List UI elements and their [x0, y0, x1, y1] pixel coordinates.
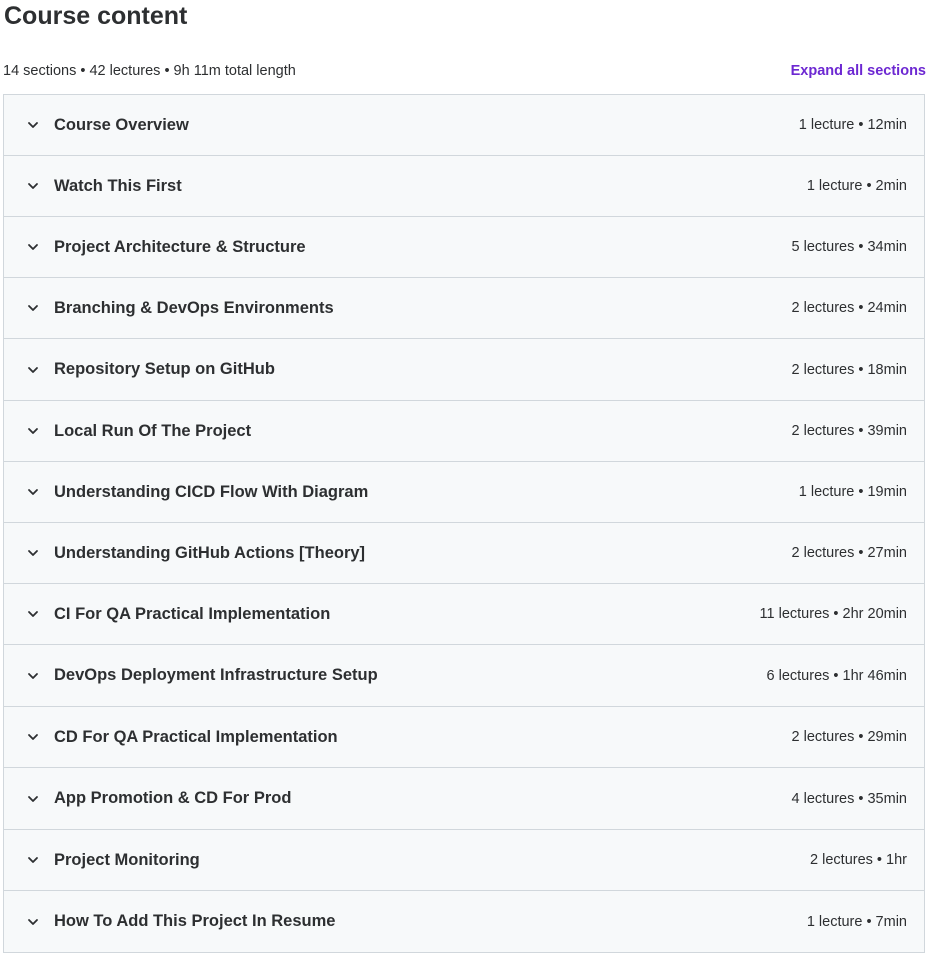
section-title: App Promotion & CD For Prod [54, 789, 292, 807]
section-meta: 1 lecture • 19min [798, 484, 907, 500]
chevron-down-icon [26, 424, 40, 438]
section-meta: 2 lectures • 1hr [810, 852, 907, 868]
chevron-down-icon [26, 607, 40, 621]
section-row[interactable]: Understanding CICD Flow With Diagram 1 l… [4, 462, 924, 523]
section-meta: 11 lectures • 2hr 20min [759, 606, 907, 622]
section-title: Project Architecture & Structure [54, 237, 306, 256]
section-row[interactable]: Project Architecture & Structure 5 lectu… [4, 217, 924, 278]
chevron-down-icon [26, 669, 40, 683]
section-row[interactable]: App Promotion & CD For Prod 4 lectures •… [4, 768, 924, 830]
section-title: CI For QA Practical Implementation [54, 604, 331, 623]
chevron-down-icon [26, 301, 40, 315]
section-meta: 4 lectures • 35min [791, 790, 908, 807]
section-row[interactable]: CI For QA Practical Implementation 11 le… [4, 584, 924, 645]
section-row[interactable]: Watch This First 1 lecture • 2min [4, 156, 924, 217]
section-title: Understanding GitHub Actions [Theory] [54, 543, 366, 562]
section-meta: 1 lecture • 2min [806, 178, 907, 194]
section-title: Repository Setup on GitHub [54, 360, 275, 378]
section-meta: 5 lectures • 34min [791, 239, 908, 255]
section-row[interactable]: Branching & DevOps Environments 2 lectur… [4, 278, 924, 339]
section-title: DevOps Deployment Infrastructure Setup [54, 666, 378, 684]
course-summary-text: 14 sections • 42 lectures • 9h 11m total… [3, 63, 296, 79]
section-row[interactable]: Project Monitoring 2 lectures • 1hr [4, 830, 924, 891]
chevron-down-icon [26, 118, 40, 132]
section-title: CD For QA Practical Implementation [54, 727, 338, 746]
chevron-down-icon [26, 546, 40, 560]
expand-all-sections-button[interactable]: Expand all sections [791, 63, 926, 79]
section-row[interactable]: DevOps Deployment Infrastructure Setup 6… [4, 645, 924, 707]
section-title: Local Run Of The Project [54, 421, 252, 440]
chevron-down-icon [26, 363, 40, 377]
sections-accordion: Course Overview 1 lecture • 12min Watch … [3, 94, 925, 953]
section-title: Project Monitoring [54, 850, 200, 869]
section-row[interactable]: Course Overview 1 lecture • 12min [4, 95, 924, 156]
section-meta: 6 lectures • 1hr 46min [766, 667, 907, 684]
section-title: Understanding CICD Flow With Diagram [54, 482, 369, 501]
section-row[interactable]: CD For QA Practical Implementation 2 lec… [4, 707, 924, 768]
section-meta: 1 lecture • 7min [806, 913, 907, 930]
section-meta: 2 lectures • 24min [791, 300, 908, 316]
section-meta: 2 lectures • 18min [791, 361, 908, 378]
section-row[interactable]: Local Run Of The Project 2 lectures • 39… [4, 401, 924, 462]
section-meta: 2 lectures • 29min [791, 729, 908, 745]
chevron-down-icon [26, 792, 40, 806]
section-meta: 2 lectures • 39min [791, 423, 908, 439]
chevron-down-icon [26, 730, 40, 744]
section-row[interactable]: How To Add This Project In Resume 1 lect… [4, 891, 924, 953]
section-title: Watch This First [54, 176, 182, 195]
chevron-down-icon [26, 485, 40, 499]
course-summary-bar: 14 sections • 42 lectures • 9h 11m total… [3, 60, 926, 82]
chevron-down-icon [26, 240, 40, 254]
section-row[interactable]: Repository Setup on GitHub 2 lectures • … [4, 339, 924, 401]
chevron-down-icon [26, 179, 40, 193]
section-row[interactable]: Understanding GitHub Actions [Theory] 2 … [4, 523, 924, 584]
section-title: Course Overview [54, 115, 189, 134]
section-title: How To Add This Project In Resume [54, 912, 336, 930]
page-title: Course content [4, 2, 188, 30]
chevron-down-icon [26, 915, 40, 929]
chevron-down-icon [26, 853, 40, 867]
section-meta: 2 lectures • 27min [791, 545, 908, 561]
section-title: Branching & DevOps Environments [54, 298, 334, 317]
section-meta: 1 lecture • 12min [798, 117, 907, 133]
